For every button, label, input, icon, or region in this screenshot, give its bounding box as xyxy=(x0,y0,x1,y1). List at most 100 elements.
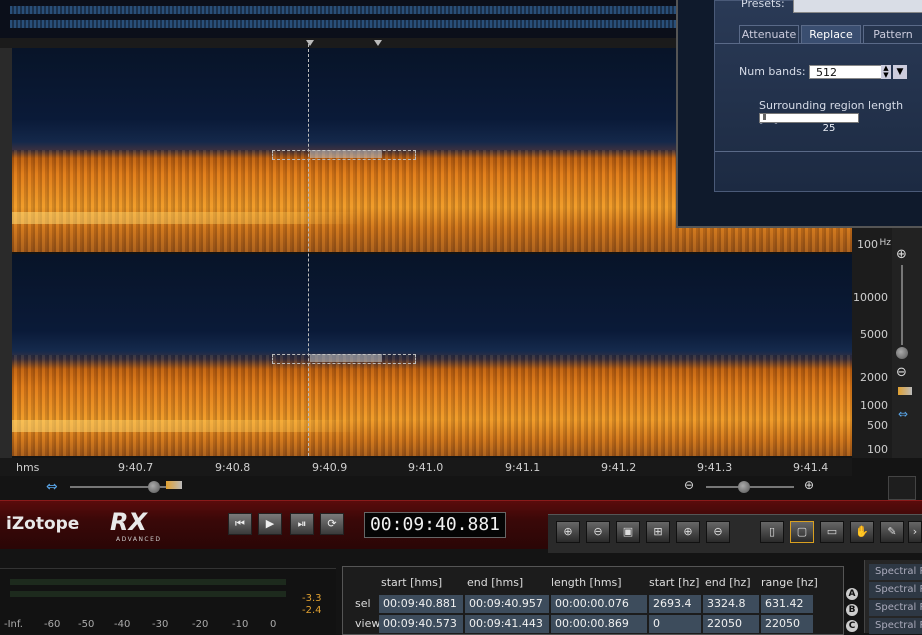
spectral-selection-fill xyxy=(310,354,382,362)
corner-resize-icon[interactable] xyxy=(888,476,916,500)
num-bands-input[interactable]: 512 xyxy=(809,65,891,79)
play-button[interactable]: ▶ xyxy=(258,513,282,535)
loop-button[interactable]: ⟳ xyxy=(320,513,344,535)
time-tick: 9:40.9 xyxy=(312,461,348,474)
selection-ruler[interactable] xyxy=(0,38,676,48)
compare-b-button[interactable]: B xyxy=(846,604,858,616)
vertical-zoom-knob[interactable] xyxy=(896,347,908,359)
num-bands-spinner-icon[interactable]: ▲ ▼ xyxy=(881,65,891,79)
timecode-display: 00:09:40.881 xyxy=(364,512,506,538)
tab-replace[interactable]: Replace xyxy=(801,25,861,44)
meter-scale-label: -30 xyxy=(152,619,169,630)
waveform-channel-1 xyxy=(10,6,676,14)
sel-range-field[interactable]: 631.42 xyxy=(761,595,813,613)
hand-tool-icon[interactable]: ✋ xyxy=(850,521,874,543)
view-start-freq-field[interactable]: 0 xyxy=(649,615,701,633)
tab-pattern[interactable]: Pattern xyxy=(863,25,922,44)
izotope-logo: iZotope xyxy=(6,514,80,534)
more-tools-icon[interactable]: › xyxy=(908,521,922,543)
channel-strip xyxy=(0,48,12,458)
horizontal-zoom-track[interactable] xyxy=(706,486,794,488)
view-start-time-field[interactable]: 00:09:40.573 xyxy=(379,615,463,633)
spectrogram-channel-2[interactable] xyxy=(12,254,852,456)
meter-bar-left xyxy=(10,579,286,585)
spectrogram-contrast-icon[interactable] xyxy=(898,387,912,395)
presets-label: Presets: xyxy=(741,0,785,10)
row-label: sel xyxy=(355,597,371,610)
module-item[interactable]: Spectral R xyxy=(869,582,922,598)
horizontal-scroll-track[interactable] xyxy=(70,486,180,488)
horizontal-zoom-knob[interactable] xyxy=(738,481,750,493)
surrounding-length-value: 25 xyxy=(822,123,836,134)
sel-start-freq-field[interactable]: 2693.4 xyxy=(649,595,701,613)
column-header: start [hms] xyxy=(381,576,443,589)
module-item[interactable]: Spectral R xyxy=(869,600,922,616)
tab-attenuate[interactable]: Attenuate xyxy=(739,25,799,44)
spectral-texture xyxy=(12,355,852,456)
surrounding-length-thumb[interactable] xyxy=(763,114,766,120)
num-bands-label: Num bands: xyxy=(739,65,806,78)
rx-logo: RX xyxy=(110,508,147,536)
freq-label: 1000 xyxy=(860,399,888,412)
horizontal-scroll-knob[interactable] xyxy=(148,481,160,493)
meter-scale-label: -60 xyxy=(44,619,61,630)
zoom-fit-icon[interactable]: ⊞ xyxy=(646,521,670,543)
module-item[interactable]: Spectral R xyxy=(869,618,922,634)
zoom-horizontal-icon[interactable]: ⊕ xyxy=(676,521,700,543)
view-end-time-field[interactable]: 00:09:41.443 xyxy=(465,615,549,633)
freq-label: 100 xyxy=(857,238,878,251)
freq-label: 100 xyxy=(867,443,888,456)
waveform-view-icon[interactable]: ⇔ xyxy=(898,407,908,421)
sel-start-time-field[interactable]: 00:09:40.881 xyxy=(379,595,463,613)
view-end-freq-field[interactable]: 22050 xyxy=(703,615,759,633)
column-header: end [hz] xyxy=(705,576,751,589)
horizontal-waveform-icon[interactable]: ⇔ xyxy=(46,479,58,495)
waveform-overview[interactable] xyxy=(0,0,676,39)
freq-label: 2000 xyxy=(860,371,888,384)
zoom-out-tool-icon[interactable]: ⊖ xyxy=(586,521,610,543)
compare-a-button[interactable]: A xyxy=(846,588,858,600)
rect-select-tool-icon[interactable]: ▢ xyxy=(790,521,814,543)
vertical-zoom-track[interactable] xyxy=(901,265,903,345)
sel-end-time-field[interactable]: 00:09:40.957 xyxy=(465,595,549,613)
color-map-icon[interactable] xyxy=(166,481,182,489)
view-length-field[interactable]: 00:00:00.869 xyxy=(551,615,647,633)
meter-scale-label: -50 xyxy=(78,619,95,630)
view-range-field[interactable]: 22050 xyxy=(761,615,813,633)
brush-tool-icon[interactable]: ✎ xyxy=(880,521,904,543)
zoom-selection-icon[interactable]: ▣ xyxy=(616,521,640,543)
selection-end-marker[interactable] xyxy=(374,40,382,46)
presets-dropdown[interactable] xyxy=(793,0,922,13)
edition-label: ADVANCED xyxy=(116,536,162,543)
freq-unit: Hz xyxy=(879,238,892,248)
zoom-vertical-icon[interactable]: ⊖ xyxy=(706,521,730,543)
time-unit-label: hms xyxy=(16,461,40,474)
surrounding-length-slider[interactable] xyxy=(759,113,859,123)
dialog-divider xyxy=(715,151,922,152)
freq-select-tool-icon[interactable]: ▭ xyxy=(820,521,844,543)
time-tick: 9:41.3 xyxy=(697,461,733,474)
horizontal-zoom-out-icon[interactable]: ⊖ xyxy=(684,478,694,492)
time-select-tool-icon[interactable]: ▯ xyxy=(760,521,784,543)
zoom-out-icon[interactable]: ⊖ xyxy=(896,365,907,380)
zoom-in-tool-icon[interactable]: ⊕ xyxy=(556,521,580,543)
compare-c-button[interactable]: C xyxy=(846,620,858,632)
num-bands-dropdown-icon[interactable]: ▼ xyxy=(893,65,907,79)
meter-scale-label: -20 xyxy=(192,619,209,630)
time-tick: 9:41.2 xyxy=(601,461,637,474)
column-header: end [hms] xyxy=(467,576,524,589)
harmonic-band xyxy=(12,212,362,224)
module-item[interactable]: Spectral R xyxy=(869,564,922,580)
sel-end-freq-field[interactable]: 3324.8 xyxy=(703,595,759,613)
tab-divider xyxy=(715,43,922,44)
horizontal-zoom-in-icon[interactable]: ⊕ xyxy=(804,478,814,492)
peak-value-right: -2.4 xyxy=(302,605,322,616)
go-to-start-button[interactable]: ⏮ xyxy=(228,513,252,535)
time-tick: 9:41.4 xyxy=(793,461,829,474)
playback-cursor[interactable] xyxy=(308,44,309,456)
zoom-in-icon[interactable]: ⊕ xyxy=(896,247,907,262)
play-selection-button[interactable]: ⏯ xyxy=(290,513,314,535)
meter-scale-label: 0 xyxy=(270,619,277,630)
sel-length-field[interactable]: 00:00:00.076 xyxy=(551,595,647,613)
peak-value-left: -3.3 xyxy=(302,593,322,604)
